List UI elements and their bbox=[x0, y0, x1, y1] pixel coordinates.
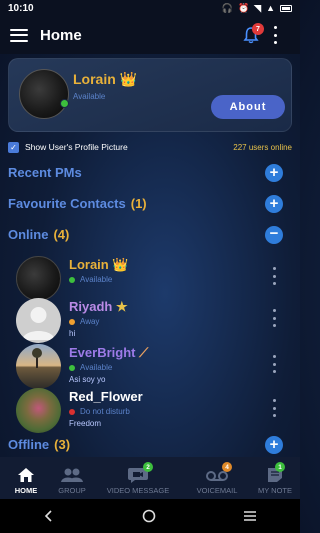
collapse-online-button[interactable]: − bbox=[265, 226, 283, 244]
back-icon[interactable] bbox=[43, 510, 55, 522]
group-icon bbox=[61, 468, 83, 482]
contact-name: EverBright bbox=[69, 345, 136, 360]
app-bar: Home 7 bbox=[0, 16, 300, 54]
system-navigation-bar bbox=[0, 499, 300, 533]
show-profile-picture-label[interactable]: Show User's Profile Picture bbox=[25, 142, 128, 152]
contact-message: hi bbox=[69, 329, 76, 338]
nav-voicemail[interactable]: 4 VOICEMAIL bbox=[184, 457, 250, 499]
contact-status: Away bbox=[80, 317, 100, 326]
section-count: (4) bbox=[53, 226, 70, 242]
contact-status: Do not disturb bbox=[80, 407, 130, 416]
section-label: Online bbox=[8, 226, 49, 242]
status-bar: 10:10 🎧 ⏰ ◥ ▲ bbox=[0, 0, 300, 16]
headphones-icon: 🎧 bbox=[221, 2, 233, 13]
overflow-menu-icon[interactable] bbox=[270, 26, 280, 44]
profile-status: Available bbox=[73, 92, 106, 101]
avatar bbox=[16, 388, 61, 433]
nav-badge: 1 bbox=[275, 462, 285, 472]
nav-video-message[interactable]: 2 VIDEO MESSAGE bbox=[92, 457, 184, 499]
signal-icon: ▲ bbox=[266, 3, 275, 13]
crown-icon: 👑 bbox=[112, 257, 129, 272]
contact-menu-icon[interactable] bbox=[271, 309, 277, 327]
contact-status: Available bbox=[80, 275, 113, 284]
status-dot bbox=[69, 364, 75, 371]
users-online-count: 227 users online bbox=[233, 142, 292, 152]
expand-favourite-button[interactable]: + bbox=[265, 195, 283, 213]
section-label: Favourite Contacts bbox=[8, 195, 126, 211]
home-circle-icon[interactable] bbox=[142, 509, 156, 523]
section-recent-pms[interactable]: Recent PMs bbox=[8, 162, 292, 182]
nav-badge: 2 bbox=[143, 462, 153, 472]
battery-icon bbox=[280, 4, 292, 12]
status-time: 10:10 bbox=[8, 2, 34, 14]
nav-label: VIDEO MESSAGE bbox=[106, 486, 170, 495]
star-icon: ★ bbox=[115, 299, 128, 314]
show-profile-picture-checkbox[interactable]: ✓ bbox=[8, 141, 19, 153]
section-favourite-contacts[interactable]: Favourite Contacts (1) bbox=[8, 193, 292, 213]
wifi-icon: ◥ bbox=[254, 2, 262, 13]
section-label: Recent PMs bbox=[8, 164, 82, 180]
avatar bbox=[16, 298, 61, 343]
contact-message: Asi soy yo bbox=[69, 375, 106, 384]
nav-label: VOICEMAIL bbox=[196, 486, 238, 495]
nav-home[interactable]: HOME bbox=[0, 457, 52, 499]
nav-group[interactable]: GROUP bbox=[52, 457, 92, 499]
avatar bbox=[16, 256, 61, 301]
crown-icon: 👑 bbox=[119, 71, 138, 87]
profile-card: Lorain 👑 Available About bbox=[8, 58, 292, 132]
contact-row[interactable]: Lorain 👑 Available bbox=[0, 254, 300, 301]
profile-name: Lorain bbox=[73, 71, 116, 87]
nav-my-note[interactable]: 1 MY NOTE bbox=[250, 457, 300, 499]
expand-recent-pms-button[interactable]: + bbox=[265, 164, 283, 182]
section-count: (1) bbox=[130, 195, 147, 211]
bottom-navigation: HOME GROUP 2 VIDEO MESSAGE 4 VOICEMAIL 1… bbox=[0, 457, 300, 499]
avatar bbox=[16, 344, 61, 389]
status-dot bbox=[69, 408, 75, 415]
status-dot bbox=[69, 276, 75, 283]
section-count: (3) bbox=[54, 436, 71, 452]
expand-offline-button[interactable]: + bbox=[265, 436, 283, 454]
online-status-dot bbox=[60, 99, 69, 108]
menu-icon[interactable] bbox=[10, 28, 28, 42]
nav-label: GROUP bbox=[58, 486, 86, 495]
avatar[interactable] bbox=[19, 69, 69, 119]
contact-name: Riyadh bbox=[69, 299, 113, 314]
notification-badge: 7 bbox=[252, 23, 264, 35]
section-offline[interactable]: Offline (3) bbox=[8, 434, 292, 454]
alarm-icon: ⏰ bbox=[237, 2, 250, 13]
contact-menu-icon[interactable] bbox=[271, 355, 277, 373]
section-online[interactable]: Online (4) bbox=[8, 224, 292, 244]
nav-label: HOME bbox=[14, 486, 38, 495]
wand-icon: ⟋ bbox=[139, 345, 149, 360]
status-dot bbox=[69, 318, 75, 325]
page-title: Home bbox=[40, 26, 82, 44]
contact-name: Red_Flower bbox=[69, 389, 143, 404]
contact-message: Freedom bbox=[69, 419, 102, 428]
contact-menu-icon[interactable] bbox=[271, 267, 277, 285]
contact-status: Available bbox=[80, 363, 113, 372]
contact-menu-icon[interactable] bbox=[271, 399, 277, 417]
contact-row[interactable]: Riyadh ★ Away hi bbox=[0, 296, 300, 343]
nav-label: MY NOTE bbox=[257, 486, 293, 495]
about-button[interactable]: About bbox=[211, 95, 285, 119]
show-profile-picture-row: ✓ Show User's Profile Picture 227 users … bbox=[8, 140, 292, 154]
recents-icon[interactable] bbox=[243, 510, 257, 522]
contact-name: Lorain bbox=[69, 257, 109, 272]
contact-row[interactable]: EverBright ⟋ Available Asi soy yo bbox=[0, 342, 300, 389]
section-label: Offline bbox=[8, 436, 50, 452]
nav-badge: 4 bbox=[222, 462, 232, 472]
contact-row[interactable]: Red_Flower Do not disturb Freedom bbox=[0, 386, 300, 433]
home-icon bbox=[18, 468, 34, 482]
